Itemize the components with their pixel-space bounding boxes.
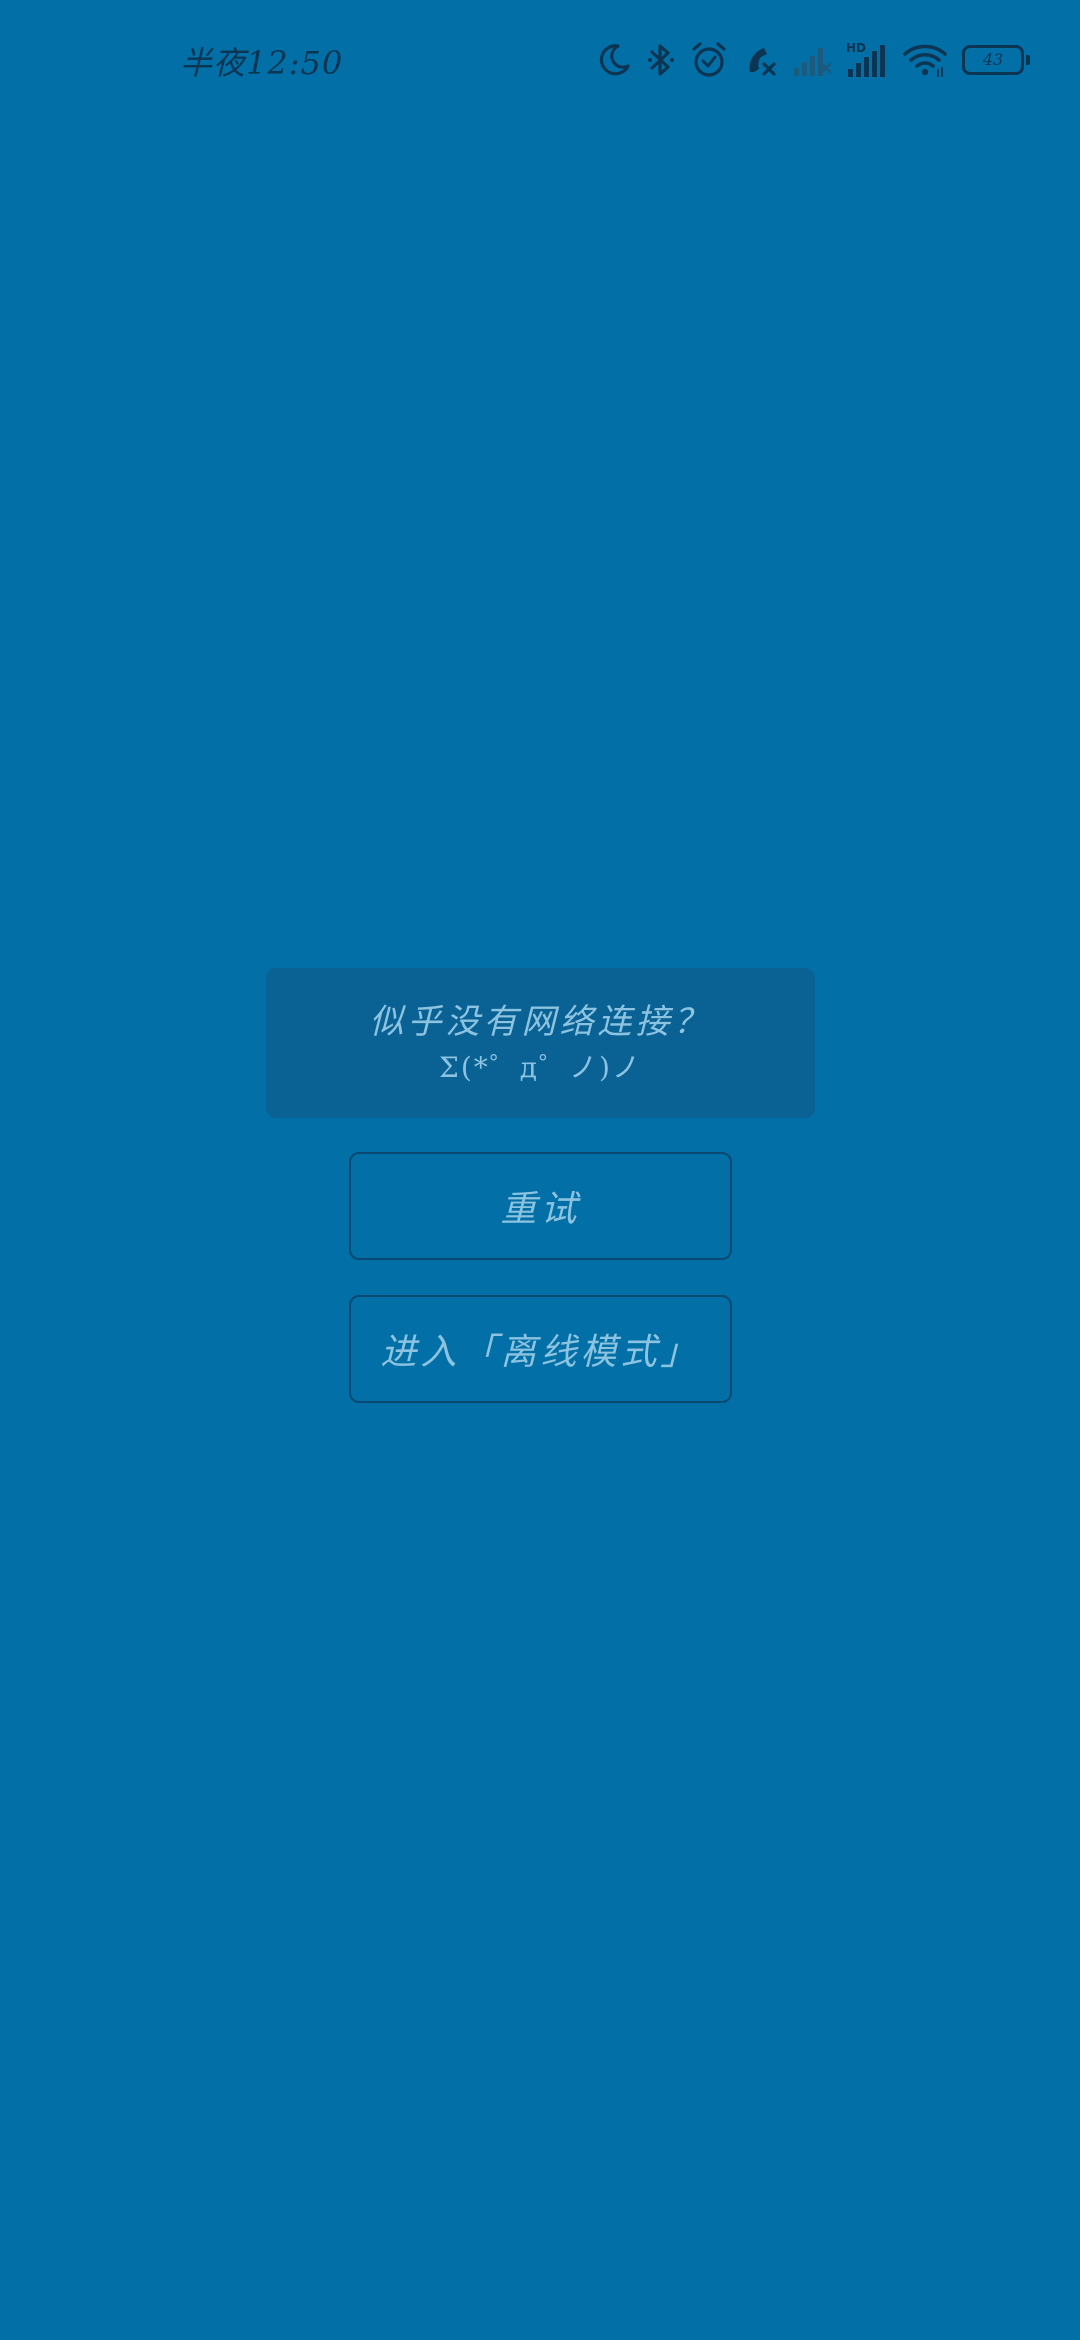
- screen: 半夜12:50 HD 43 似乎没有网络连接？ Σ(*゜д゜ノ)ノ 重试 进入「…: [0, 0, 1080, 2340]
- battery-icon: 43: [962, 38, 1030, 82]
- moon-icon: [596, 38, 632, 82]
- alarm-icon: [690, 38, 728, 82]
- offline-mode-button[interactable]: 进入「离线模式」: [349, 1295, 732, 1403]
- message-title: 似乎没有网络连接？: [369, 1002, 712, 1042]
- battery-level: 43: [982, 50, 1004, 69]
- status-bar: 半夜12:50 HD 43: [0, 0, 1080, 124]
- bluetooth-icon: [646, 38, 676, 82]
- signal-sim2-icon: [792, 38, 832, 82]
- no-network-message: 似乎没有网络连接？ Σ(*゜д゜ノ)ノ: [266, 968, 815, 1118]
- svg-text:HD: HD: [846, 41, 866, 55]
- status-icons: HD 43: [596, 38, 1030, 82]
- message-emoticon: Σ(*゜д゜ノ)ノ: [439, 1051, 642, 1084]
- missed-call-icon: [742, 38, 778, 82]
- hd-signal-icon: HD: [846, 38, 888, 82]
- retry-button[interactable]: 重试: [349, 1152, 732, 1260]
- status-time: 半夜12:50: [180, 44, 344, 82]
- wifi-icon: [902, 38, 948, 82]
